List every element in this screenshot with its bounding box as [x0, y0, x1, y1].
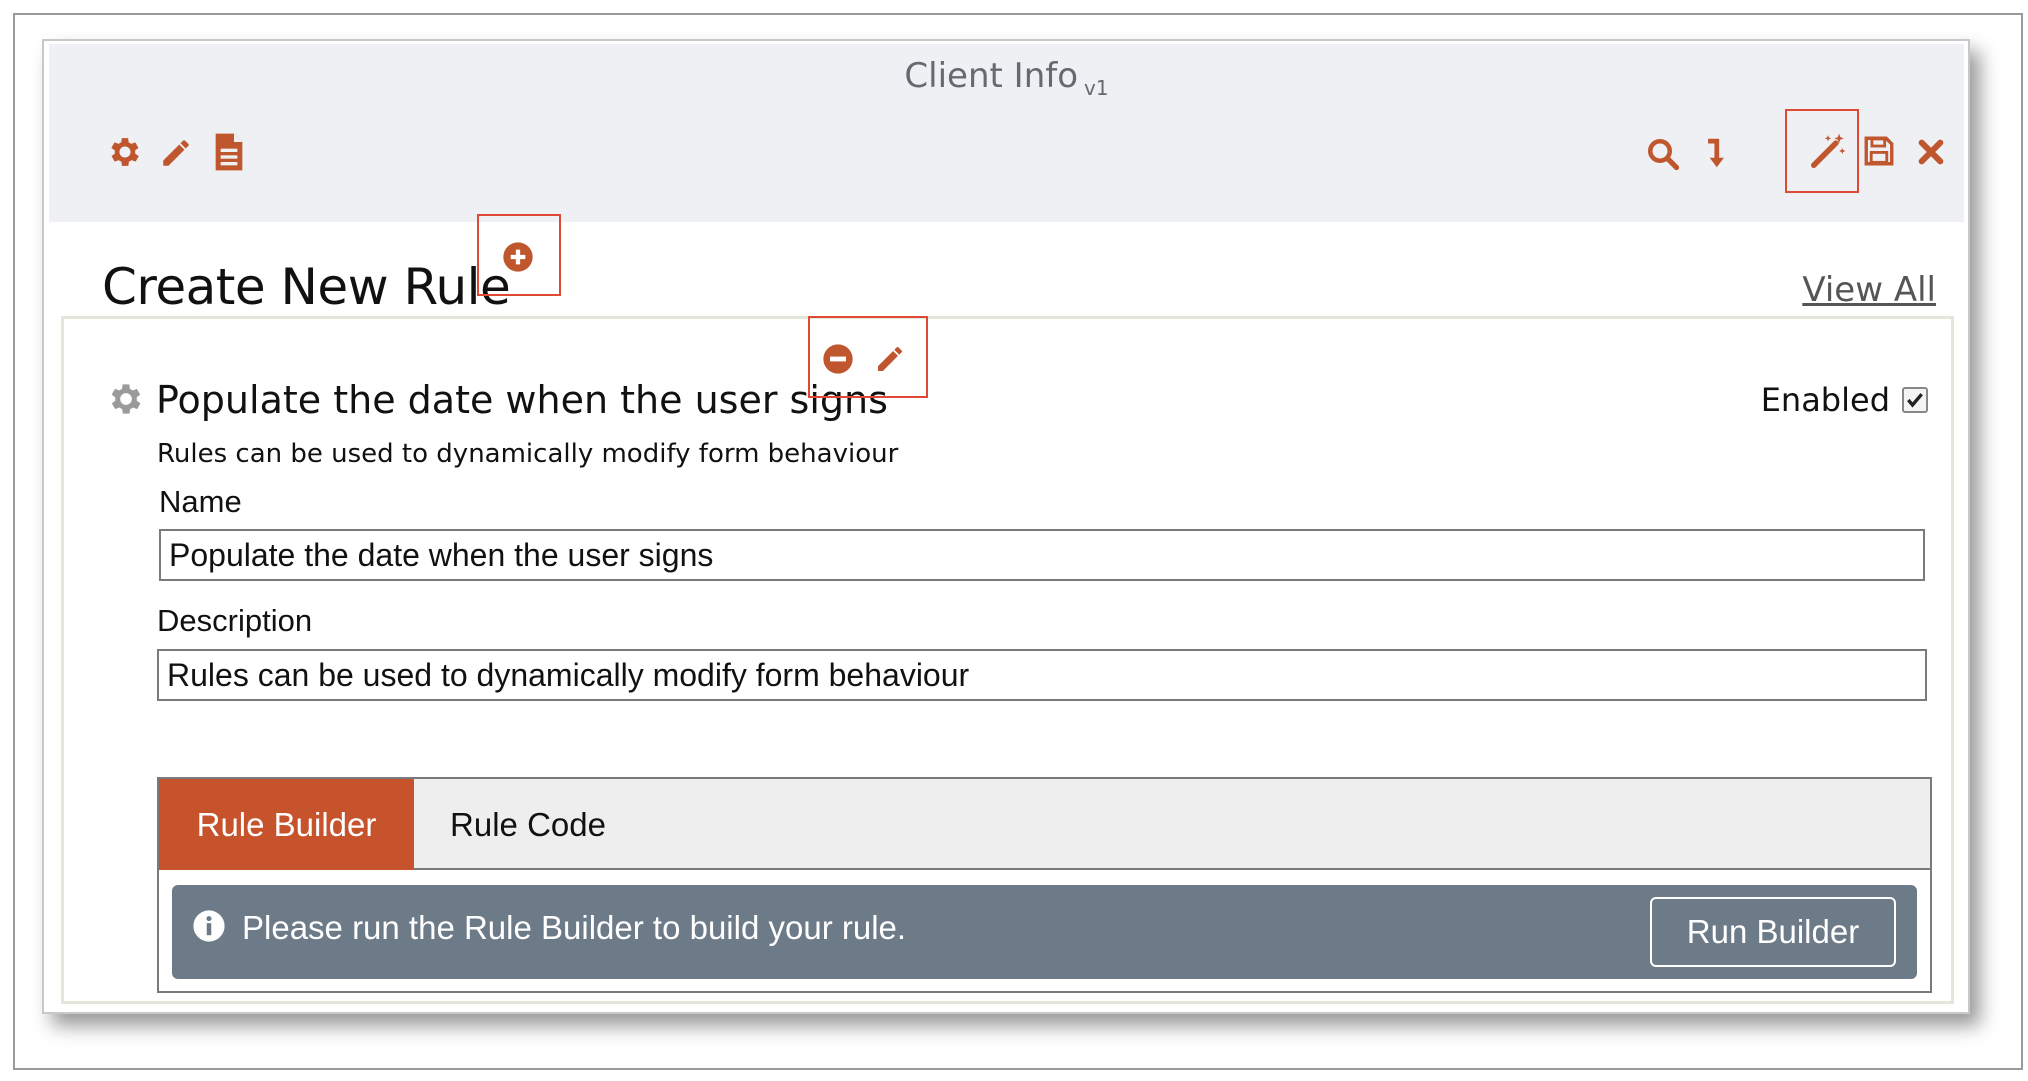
- rule-tabs-panel: Rule Builder Rule Code Please run the Ru…: [157, 777, 1932, 993]
- rule-subtitle: Rules can be used to dynamically modify …: [157, 439, 899, 469]
- description-field[interactable]: [157, 649, 1927, 701]
- page-title: Create New Rule: [102, 258, 511, 316]
- search-icon[interactable]: [1645, 136, 1681, 172]
- enabled-label: Enabled: [1760, 381, 1890, 419]
- checkmark-icon: [1907, 393, 1923, 408]
- window-title-text: Client Info: [904, 56, 1079, 96]
- highlight-box-magic-wand: [1785, 109, 1859, 193]
- rule-editor-window: Client Info v1 Create New Rule View All …: [42, 39, 1970, 1014]
- gear-icon[interactable]: [106, 133, 144, 171]
- info-message-bar: Please run the Rule Builder to build you…: [172, 885, 1917, 979]
- window-header: Client Info v1: [49, 44, 1964, 222]
- name-label: Name: [159, 484, 242, 519]
- description-label: Description: [157, 603, 313, 638]
- tab-bar: Rule Builder Rule Code: [159, 779, 1930, 870]
- run-builder-button[interactable]: Run Builder: [1650, 897, 1896, 967]
- info-icon: [192, 909, 226, 943]
- version-label: v1: [1084, 76, 1109, 100]
- tab-rule-builder[interactable]: Rule Builder: [159, 779, 414, 870]
- enabled-toggle: Enabled: [1761, 381, 1928, 419]
- tab-rule-code[interactable]: Rule Code: [414, 779, 642, 870]
- minus-circle-icon[interactable]: [822, 343, 854, 375]
- document-icon[interactable]: [212, 132, 246, 172]
- save-icon[interactable]: [1862, 134, 1896, 168]
- arrow-down-icon[interactable]: [1701, 134, 1731, 172]
- plus-circle-icon[interactable]: [502, 241, 534, 273]
- gear-icon-gray: [106, 379, 146, 419]
- edit-rule-pencil-icon[interactable]: [874, 343, 906, 375]
- pencil-icon[interactable]: [159, 136, 193, 170]
- close-icon[interactable]: [1915, 136, 1947, 168]
- name-field[interactable]: [159, 529, 1925, 581]
- view-all-link[interactable]: View All: [1802, 270, 1936, 310]
- window-title: Client Info v1: [49, 56, 1964, 100]
- enabled-checkbox[interactable]: [1902, 387, 1928, 413]
- rule-title: Populate the date when the user signs: [156, 378, 888, 422]
- info-message: Please run the Rule Builder to build you…: [242, 909, 907, 946]
